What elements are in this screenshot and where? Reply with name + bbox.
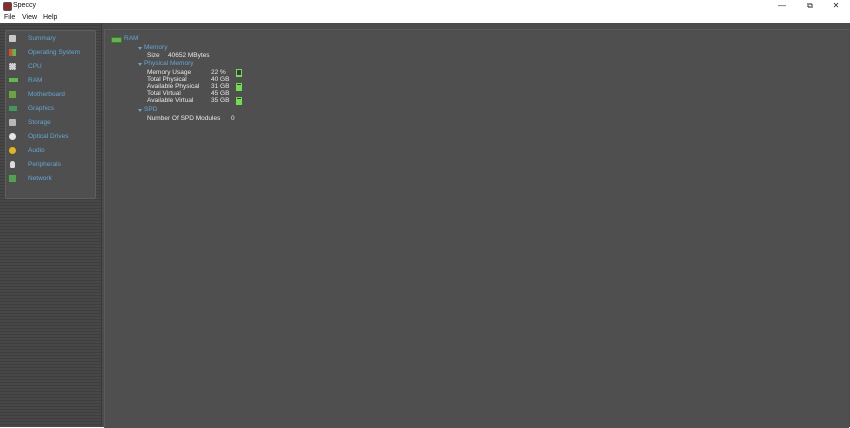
available-virtual-value: 35 GB: [211, 97, 230, 104]
storage-icon: [9, 119, 16, 126]
sidebar-item-peripherals[interactable]: Peripherals: [7, 159, 92, 171]
peripherals-icon: [10, 161, 15, 168]
collapse-physical-memory-icon[interactable]: [138, 63, 142, 66]
available-physical-bar: [236, 83, 242, 91]
close-button[interactable]: ✕: [823, 0, 849, 12]
sidebar-item-motherboard[interactable]: Motherboard: [7, 89, 92, 101]
spd-modules-value: 0: [231, 115, 235, 122]
cpu-icon: [9, 63, 16, 70]
restore-button[interactable]: ⧉: [797, 0, 823, 12]
section-spd[interactable]: SPD: [144, 106, 157, 114]
sidebar-item-label: Motherboard: [28, 91, 65, 98]
collapse-spd-icon[interactable]: [138, 109, 142, 112]
sidebar-item-label: Peripherals: [28, 161, 61, 168]
menu-view[interactable]: View: [22, 13, 37, 22]
collapse-memory-icon[interactable]: [138, 47, 142, 50]
sidebar-item-label: Network: [28, 175, 52, 182]
available-virtual-bar-fill: [237, 99, 241, 104]
summary-icon: [9, 35, 16, 42]
sidebar-item-label: Optical Drives: [28, 133, 69, 140]
menu-help[interactable]: Help: [43, 13, 57, 22]
motherboard-icon: [9, 91, 16, 98]
sidebar-item-audio[interactable]: Audio: [7, 145, 92, 157]
audio-icon: [9, 147, 16, 154]
memory-usage-bar: [236, 69, 242, 77]
spd-modules-label: Number Of SPD Modules: [147, 115, 221, 122]
size-value: 40652 MBytes: [168, 52, 210, 59]
sidebar-divider: [101, 23, 102, 427]
sidebar-item-label: Operating System: [28, 49, 81, 56]
graphics-card-icon: [9, 106, 17, 111]
size-label: Size: [147, 52, 160, 59]
sidebar-item-label: Summary: [28, 35, 56, 42]
sidebar-item-label: RAM: [28, 77, 43, 84]
section-physical-memory[interactable]: Physical Memory: [144, 60, 193, 68]
available-virtual-label: Available Virtual: [147, 97, 194, 104]
sidebar-item-graphics[interactable]: Graphics: [7, 103, 92, 115]
sidebar-item-label: CPU: [28, 63, 42, 70]
sidebar-item-cpu[interactable]: CPU: [7, 61, 92, 73]
ram-icon: [111, 37, 122, 43]
minimize-button[interactable]: —: [769, 0, 795, 12]
speccy-app-icon: [3, 2, 12, 11]
section-memory[interactable]: Memory: [144, 44, 167, 52]
optical-drive-icon: [9, 133, 16, 140]
sidebar-item-summary[interactable]: Summary: [7, 33, 92, 45]
available-physical-bar-fill: [237, 85, 241, 90]
sidebar-item-label: Graphics: [28, 105, 55, 112]
network-icon: [9, 175, 16, 182]
main-area: Summary Operating System CPU RAM Motherb…: [0, 23, 850, 428]
sidebar-item-operating-system[interactable]: Operating System: [7, 47, 92, 59]
sidebar-item-label: Audio: [28, 147, 45, 154]
ram-icon: [9, 78, 18, 82]
available-virtual-bar: [236, 97, 242, 105]
menu-bar: File View Help: [0, 12, 850, 23]
sidebar-item-storage[interactable]: Storage: [7, 117, 92, 129]
memory-usage-bar-fill: [237, 74, 241, 76]
page-title: RAM: [124, 35, 139, 42]
menu-file[interactable]: File: [4, 13, 15, 22]
sidebar-item-optical-drives[interactable]: Optical Drives: [7, 131, 92, 143]
title-bar: Speccy — ⧉ ✕: [0, 0, 850, 12]
sidebar-item-ram[interactable]: RAM: [7, 75, 92, 87]
window-title: Speccy: [13, 2, 36, 9]
sidebar-item-network[interactable]: Network: [7, 173, 92, 185]
sidebar-item-label: Storage: [28, 119, 51, 126]
windows-icon: [9, 49, 16, 56]
